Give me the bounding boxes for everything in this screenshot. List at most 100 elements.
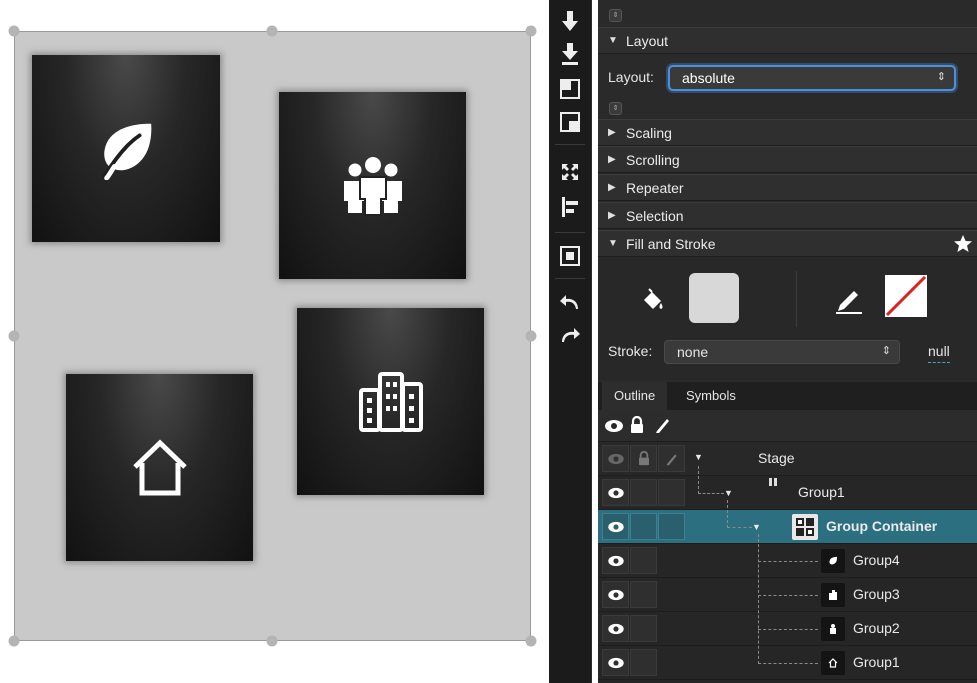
collapse-stepper[interactable]: ⇕	[609, 9, 622, 22]
layout-stepper[interactable]: ⇕	[609, 102, 622, 115]
resize-handle-bottom-right[interactable]	[525, 635, 537, 647]
lock-icon[interactable]	[630, 416, 644, 434]
pencil-icon[interactable]	[834, 285, 864, 315]
edit-toggle[interactable]	[658, 513, 685, 540]
lock-toggle[interactable]	[630, 649, 657, 676]
resize-handle-top[interactable]	[266, 25, 278, 37]
tile-leaf[interactable]	[32, 55, 220, 242]
stroke-label: Stroke:	[608, 343, 653, 359]
layout-select[interactable]: absolute ⇕	[668, 65, 956, 91]
tree-row-label: Group1	[798, 484, 845, 500]
eye-icon	[607, 589, 624, 600]
leaf-icon	[102, 123, 152, 180]
tile-house[interactable]	[66, 374, 253, 561]
lock-icon	[638, 451, 649, 466]
arrow-down-bar-icon	[562, 43, 578, 65]
tree-row-label: Stage	[758, 450, 795, 466]
tree-row-label: Group Container	[826, 518, 938, 534]
disclosure-triangle-icon[interactable]: ▼	[694, 452, 703, 462]
house-icon	[821, 651, 845, 675]
tree-row-group-container[interactable]: ▼ Group Container	[598, 510, 977, 544]
disclosure-triangle-icon[interactable]: ▼	[752, 522, 761, 532]
move-down-button[interactable]	[558, 10, 582, 34]
building-icon	[358, 371, 423, 432]
tree-row-label: Group4	[853, 552, 900, 568]
redo-button[interactable]	[558, 323, 582, 347]
visibility-toggle[interactable]	[602, 581, 629, 608]
stroke-select[interactable]: none ⇕	[664, 340, 900, 364]
tab-outline[interactable]: Outline	[602, 382, 668, 410]
lock-toggle[interactable]	[630, 445, 657, 472]
tool-strip	[549, 0, 592, 683]
frame-button[interactable]	[558, 244, 582, 268]
resize-handle-bottom-left[interactable]	[8, 635, 20, 647]
align-left-button[interactable]	[558, 195, 582, 219]
resize-handle-top-left[interactable]	[8, 25, 20, 37]
arrow-down-icon	[562, 11, 578, 31]
pencil-icon[interactable]	[654, 416, 672, 434]
arrange-back-button[interactable]	[558, 77, 582, 101]
tree-connector	[758, 561, 818, 562]
grid-icon	[792, 514, 818, 540]
section-selection[interactable]: ▶ Selection	[598, 202, 977, 229]
visibility-toggle[interactable]	[602, 547, 629, 574]
resize-handle-left[interactable]	[8, 330, 20, 342]
redo-icon	[562, 328, 580, 342]
triangle-right-icon: ▶	[608, 127, 616, 138]
section-scaling[interactable]: ▶ Scaling	[598, 119, 977, 146]
undo-icon	[560, 295, 578, 309]
arrange-front-button[interactable]	[558, 110, 582, 134]
tree-row-stage[interactable]: ▼ Stage	[598, 442, 977, 476]
visibility-toggle[interactable]	[602, 615, 629, 642]
lock-toggle[interactable]	[630, 547, 657, 574]
edit-toggle[interactable]	[658, 479, 685, 506]
layout-field-label: Layout:	[608, 69, 654, 85]
layout-body: Layout: absolute ⇕ ⇕	[598, 54, 977, 122]
building-icon	[821, 583, 845, 607]
triangle-down-icon: ▼	[608, 35, 618, 46]
star-icon[interactable]	[953, 234, 973, 254]
resize-handle-bottom[interactable]	[266, 635, 278, 647]
visibility-toggle[interactable]	[602, 649, 629, 676]
fit-content-button[interactable]	[558, 160, 582, 184]
artboard[interactable]	[14, 31, 531, 641]
tree-row-group1[interactable]: ▼ Group1	[598, 476, 977, 510]
triangle-right-icon: ▶	[608, 182, 616, 193]
visibility-toggle[interactable]	[602, 513, 629, 540]
move-to-bottom-button[interactable]	[558, 42, 582, 66]
visibility-toggle[interactable]	[602, 479, 629, 506]
resize-handle-right[interactable]	[525, 330, 537, 342]
undo-button[interactable]	[558, 290, 582, 314]
fill-stroke-body: Stroke: none ⇕ null	[598, 257, 977, 380]
lock-toggle[interactable]	[630, 513, 657, 540]
section-repeater[interactable]: ▶ Repeater	[598, 174, 977, 201]
tree-connector	[758, 595, 818, 596]
people-icon	[821, 617, 845, 641]
visibility-toggle[interactable]	[602, 445, 629, 472]
resize-handle-top-right[interactable]	[525, 25, 537, 37]
lock-toggle[interactable]	[630, 479, 657, 506]
edit-toggle[interactable]	[658, 445, 685, 472]
tree-connector	[698, 466, 699, 494]
tree-row-label: Group1	[853, 654, 900, 670]
eye-icon	[607, 657, 624, 668]
triangle-down-icon: ▼	[608, 238, 618, 249]
eye-icon[interactable]	[604, 419, 624, 433]
stroke-select-value: none	[677, 344, 709, 360]
lock-toggle[interactable]	[630, 615, 657, 642]
section-fill-stroke[interactable]: ▼ Fill and Stroke	[598, 230, 977, 257]
tree-row-label: Group3	[853, 586, 900, 602]
paint-bucket-icon[interactable]	[641, 287, 665, 313]
tile-people[interactable]	[279, 92, 466, 279]
fill-color-swatch[interactable]	[689, 273, 739, 323]
layout-select-value: absolute	[682, 70, 735, 86]
tab-symbols[interactable]: Symbols	[674, 382, 748, 410]
outline-tabs: Outline Symbols	[598, 382, 977, 411]
tile-building[interactable]	[297, 308, 484, 495]
lock-toggle[interactable]	[630, 581, 657, 608]
stroke-none-swatch[interactable]	[885, 275, 927, 317]
section-layout[interactable]: ▼ Layout	[598, 27, 977, 54]
section-scrolling[interactable]: ▶ Scrolling	[598, 146, 977, 173]
disclosure-triangle-icon[interactable]: ▼	[724, 488, 733, 498]
stroke-null-value[interactable]: null	[928, 343, 950, 363]
